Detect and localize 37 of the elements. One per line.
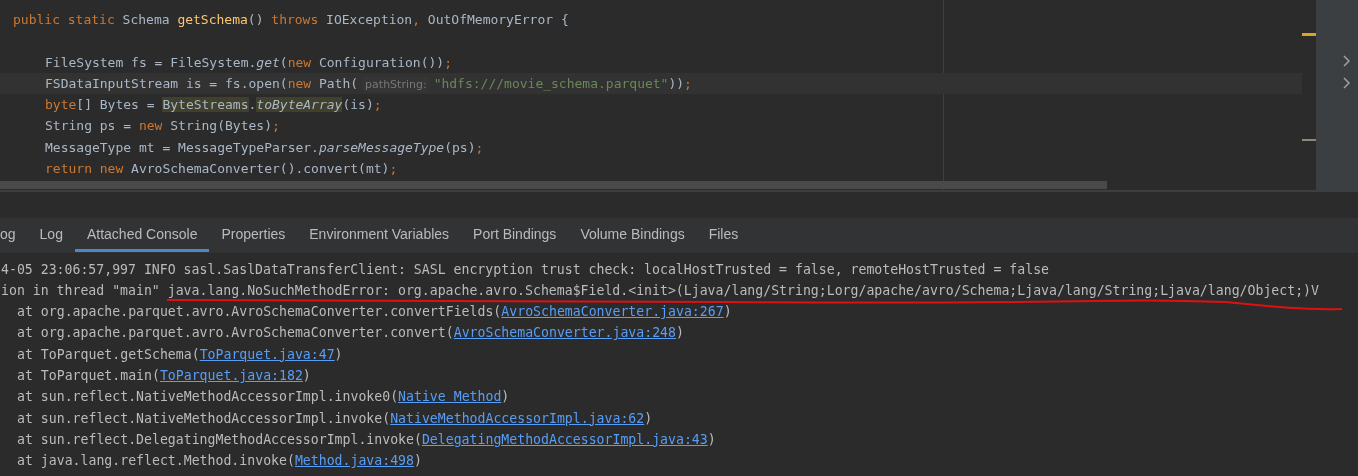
console-line: at java.lang.reflect.Method.invoke(Method.java:498) [16,453,422,469]
tab[interactable]: og [0,218,28,252]
tab[interactable]: Files [696,218,751,252]
console-line: at sun.reflect.NativeMethodAccessorImpl.invoke(NativeMethodAccessorImpl.java:62) [16,410,653,426]
tab[interactable]: Port Bindings [461,218,569,252]
code-line: byte[] Bytes = ByteStreams.toByteArray(is); [44,96,383,115]
tab[interactable]: Volume Bindings [568,218,697,252]
console-line: at ToParquet.main(ToParquet.java:182) [16,368,311,383]
console-line: at org.apache.parquet.avro.AvroSchemaConverter.convert(AvroSchemaConverter.java:248) [16,325,684,341]
console-line: at ToParquet.getSchema(ToParquet.java:47) [16,346,343,362]
source-link[interactable]: NativeMethodAccessorImpl.java:62 [390,410,645,426]
tab[interactable]: Properties [209,218,298,252]
console-line: ion in thread "main" java.lang.NoSuchMethodError: org.apache.avro.Schema$Field.<init>(Ljava/lang/String;Lorg/apache/avro/Schema;Ljava/lang/String;Ljava/lang/Object;)V [0,282,1319,298]
source-link[interactable]: AvroSchemaConverter.java:248 [453,325,676,341]
chevron-right-icon[interactable] [1343,55,1350,67]
source-link[interactable]: ToParquet.java:182 [159,368,303,383]
source-link[interactable]: Native Method [398,389,502,405]
tab[interactable]: Attached Console [74,218,210,252]
code-line: String ps = new String(Bytes); [44,117,281,136]
console-line: at org.apache.parquet.avro.AvroSchemaConverter.convertFields(AvroSchemaConverter.java:267) [16,304,732,320]
code-line: public static Schema getSchema() throws IOException, OutOfMemoryError { [12,11,570,29]
source-link[interactable]: Method.java:498 [294,453,414,469]
warning-mark[interactable] [1302,33,1316,36]
console-line: at sun.reflect.DelegatingMethodAccessorImpl.invoke(DelegatingMethodAccessorImpl.java:43) [16,431,716,447]
source-link[interactable]: ToParquet.java:47 [199,346,335,362]
code-line: return new AvroSchemaConverter().convert(mt); [44,160,399,179]
source-link[interactable]: AvroSchemaConverter.java:267 [501,304,724,320]
code-line: MessageType mt = MessageTypeParser.parseMessageType(ps); [44,138,485,157]
marker[interactable] [1302,139,1316,141]
chevron-right-icon[interactable] [1343,77,1350,89]
console-line: 4-05 23:06:57,997 INFO sasl.SaslDataTransferClient: SASL encryption trust check: localHostTrusted = false, remoteHostTrusted = false [0,261,1050,277]
tab[interactable]: Environment Variables [297,218,462,252]
source-link[interactable]: DelegatingMethodAccessorImpl.java:43 [421,431,708,447]
scrollbar[interactable] [0,181,1107,189]
tab[interactable]: Log [27,218,75,252]
console-line: at sun.reflect.NativeMethodAccessorImpl.invoke0(Native Method) [16,389,510,405]
code-line: FileSystem fs = FileSystem.get(new Configuration()); [44,53,453,72]
